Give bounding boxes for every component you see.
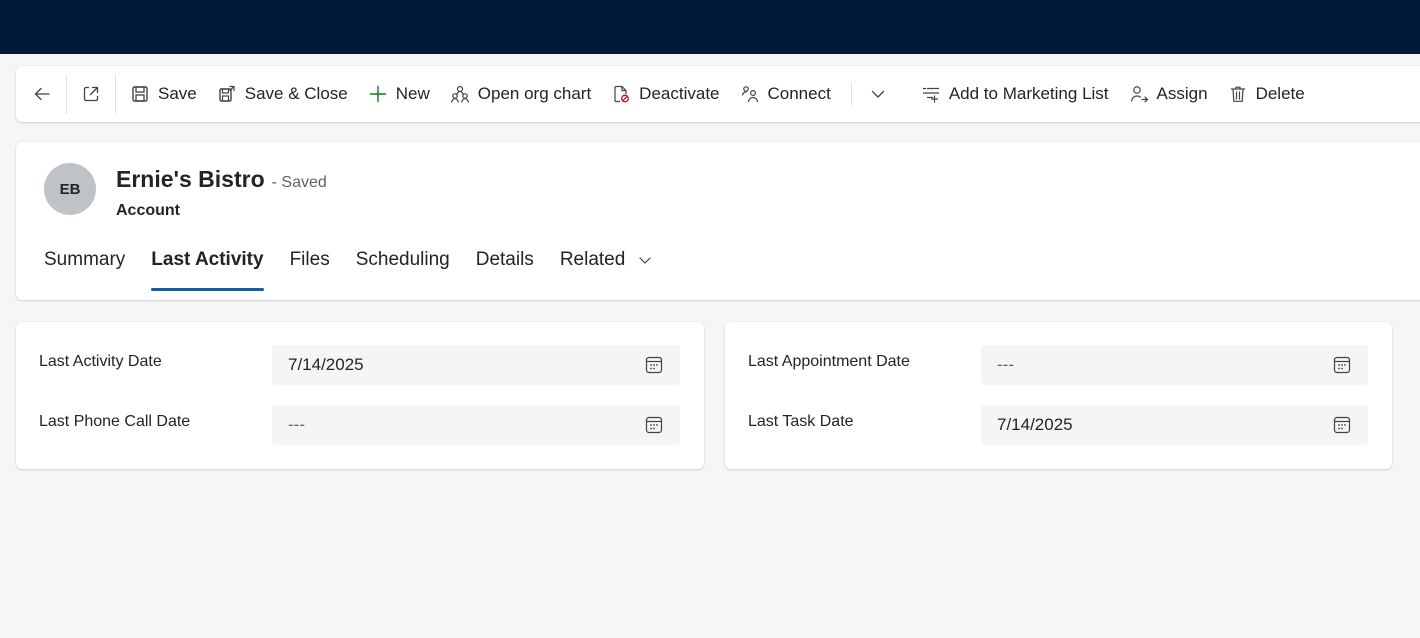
last-appointment-date-input[interactable]: --- <box>981 345 1368 385</box>
command-separator <box>115 74 116 114</box>
save-button[interactable]: Save <box>122 76 209 112</box>
save-status: - Saved <box>271 174 327 191</box>
command-separator <box>904 82 905 106</box>
field-last-appointment-date: Last Appointment Date --- <box>725 345 1392 385</box>
calendar-icon[interactable] <box>644 355 664 375</box>
command-bar: Save Save & Close New Open org chart Dea… <box>16 66 1420 122</box>
add-to-marketing-list-label: Add to Marketing List <box>948 84 1109 103</box>
chevron-down-icon <box>638 257 651 264</box>
more-commands-button[interactable] <box>860 76 896 112</box>
back-button[interactable] <box>24 76 60 112</box>
popout-icon <box>83 86 99 102</box>
calendar-icon[interactable] <box>1332 415 1352 435</box>
page-title: Ernie's Bistro <box>116 166 265 192</box>
avatar: EB <box>44 163 96 215</box>
tab-summary[interactable]: Summary <box>44 246 125 280</box>
connect-icon <box>741 86 758 103</box>
deactivate-icon <box>614 85 630 103</box>
field-last-phone-call-date: Last Phone Call Date --- <box>16 405 704 445</box>
delete-button[interactable]: Delete <box>1220 76 1317 112</box>
last-task-date-input[interactable]: 7/14/2025 <box>981 405 1368 445</box>
save-icon <box>132 86 148 102</box>
back-arrow-icon <box>34 87 50 101</box>
calendar-icon[interactable] <box>644 415 664 435</box>
assign-icon <box>1130 86 1148 103</box>
tab-label: Scheduling <box>355 249 450 270</box>
assign-label: Assign <box>1156 84 1208 103</box>
assign-button[interactable]: Assign <box>1121 76 1220 112</box>
field-value: 7/14/2025 <box>997 415 1073 434</box>
deactivate-button[interactable]: Deactivate <box>603 76 731 112</box>
field-last-activity-date: Last Activity Date 7/14/2025 <box>16 345 704 385</box>
tab-scheduling[interactable]: Scheduling <box>356 246 450 280</box>
save-close-icon <box>219 85 235 102</box>
open-in-new-window-button[interactable] <box>73 76 109 112</box>
connect-button[interactable]: Connect <box>732 76 843 112</box>
save-and-close-label: Save & Close <box>244 84 348 103</box>
last-activity-date-input[interactable]: 7/14/2025 <box>272 345 680 385</box>
open-org-chart-label: Open org chart <box>477 84 592 103</box>
tab-label: Files <box>289 249 330 270</box>
open-org-chart-button[interactable]: Open org chart <box>442 76 603 112</box>
save-and-close-button[interactable]: Save & Close <box>209 76 360 112</box>
record-header: EB Ernie's Bistro - Saved Account Summar… <box>16 142 1420 300</box>
field-value: 7/14/2025 <box>288 355 364 374</box>
marketing-list-icon <box>922 87 939 103</box>
deactivate-label: Deactivate <box>639 84 720 103</box>
chevron-down-icon <box>871 90 884 98</box>
save-label: Save <box>158 84 197 103</box>
field-value: --- <box>288 415 305 434</box>
tab-label: Details <box>475 249 534 270</box>
field-label: Last Activity Date <box>39 353 162 370</box>
connect-label: Connect <box>767 84 831 103</box>
tab-details[interactable]: Details <box>476 246 534 280</box>
tab-list: Summary Last Activity Files Scheduling D… <box>44 246 679 292</box>
record-title-row: Ernie's Bistro - Saved <box>116 166 327 193</box>
tab-last-activity[interactable]: Last Activity <box>151 246 264 291</box>
field-label: Last Task Date <box>748 413 854 430</box>
org-chart-icon <box>450 85 469 103</box>
plus-icon <box>369 85 386 103</box>
entity-type: Account <box>116 202 180 219</box>
new-button[interactable]: New <box>360 76 442 112</box>
field-label: Last Phone Call Date <box>39 413 191 430</box>
delete-icon <box>1230 86 1245 102</box>
tab-related[interactable]: Related <box>560 246 653 280</box>
last-activity-section-left: Last Activity Date 7/14/2025 Last Phone … <box>16 322 704 469</box>
calendar-icon[interactable] <box>1332 355 1352 375</box>
tab-label: Last Activity <box>151 249 264 270</box>
last-activity-section-right: Last Appointment Date --- Last Task Date… <box>725 322 1392 469</box>
delete-label: Delete <box>1255 84 1305 103</box>
top-navigation-bar <box>0 0 1420 54</box>
new-label: New <box>395 84 430 103</box>
command-separator <box>66 74 67 114</box>
field-last-task-date: Last Task Date 7/14/2025 <box>725 405 1392 445</box>
command-separator <box>850 82 852 106</box>
field-value: --- <box>997 355 1014 374</box>
add-to-marketing-list-button[interactable]: Add to Marketing List <box>913 76 1121 112</box>
field-label: Last Appointment Date <box>748 353 910 370</box>
tab-label: Related <box>559 249 626 270</box>
last-phone-call-date-input[interactable]: --- <box>272 405 680 445</box>
tab-label: Summary <box>44 249 126 270</box>
tab-files[interactable]: Files <box>290 246 330 280</box>
